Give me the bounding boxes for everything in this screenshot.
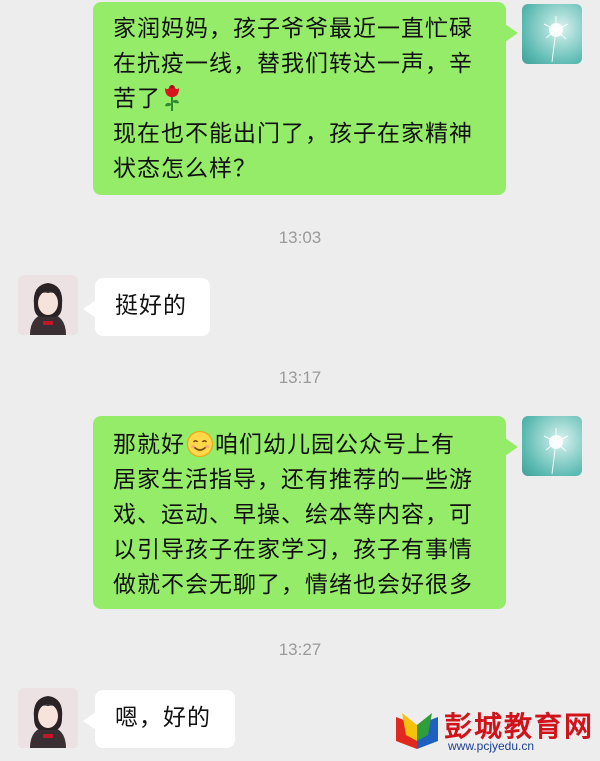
message-line: 那就好 咱们幼儿园公众号上有 xyxy=(113,428,486,463)
message-text: 挺好的 xyxy=(115,293,187,319)
dandelion-icon xyxy=(543,428,569,475)
contact-avatar[interactable] xyxy=(18,688,78,748)
message-line: 居家生活指导，还有推荐的一些游 xyxy=(113,467,473,493)
incoming-message-bubble[interactable]: 嗯，好的 xyxy=(83,690,235,748)
message-line: 以引导孩子在家学习，孩子有事情 xyxy=(113,537,473,563)
self-avatar[interactable] xyxy=(522,4,582,64)
message-line: 在抗疫一线，替我们转达一声，辛 xyxy=(113,51,473,77)
incoming-message-bubble[interactable]: 挺好的 xyxy=(83,278,210,336)
watermark-url: www.pcjyedu.cn xyxy=(448,739,535,753)
message-text: 苦了 xyxy=(113,86,161,112)
message-line: 戏、运动、早操、绘本等内容，可 xyxy=(113,502,473,528)
smile-icon xyxy=(186,430,214,458)
chat-screen: 家润妈妈，孩子爷爷最近一直忙碌 在抗疫一线，替我们转达一声，辛 苦了 现在也不能… xyxy=(0,0,600,761)
timestamp: 13:27 xyxy=(278,640,322,659)
timestamp: 13:03 xyxy=(278,228,322,247)
contact-avatar[interactable] xyxy=(18,275,78,335)
self-avatar[interactable] xyxy=(522,416,582,476)
outgoing-message-bubble[interactable]: 那就好 咱们幼儿园公众号上有 居家生活指导，还有推荐的一些游 戏、运动、早操、绘… xyxy=(93,416,518,609)
message-line: 现在也不能出门了，孩子在家精神 xyxy=(113,121,473,147)
book-logo-icon xyxy=(396,713,438,749)
dandelion-icon xyxy=(543,16,569,63)
message-line: 苦了 xyxy=(113,82,486,117)
outgoing-message-bubble[interactable]: 家润妈妈，孩子爷爷最近一直忙碌 在抗疫一线，替我们转达一声，辛 苦了 现在也不能… xyxy=(93,2,518,195)
message-line: 做就不会无聊了，情绪也会好很多 xyxy=(113,572,473,598)
message-text: 嗯，好的 xyxy=(115,705,211,731)
rose-icon xyxy=(165,85,179,111)
message-text: 咱们幼儿园公众号上有 xyxy=(215,432,455,458)
message-line: 状态怎么样？ xyxy=(113,156,257,182)
girl-portrait-icon xyxy=(18,275,78,335)
timestamp: 13:17 xyxy=(278,368,322,387)
girl-portrait-icon xyxy=(18,688,78,748)
message-text: 那就好 xyxy=(113,432,185,458)
message-line: 家润妈妈，孩子爷爷最近一直忙碌 xyxy=(113,16,473,42)
site-watermark: 彭城教育网 www.pcjyedu.cn xyxy=(392,701,592,757)
